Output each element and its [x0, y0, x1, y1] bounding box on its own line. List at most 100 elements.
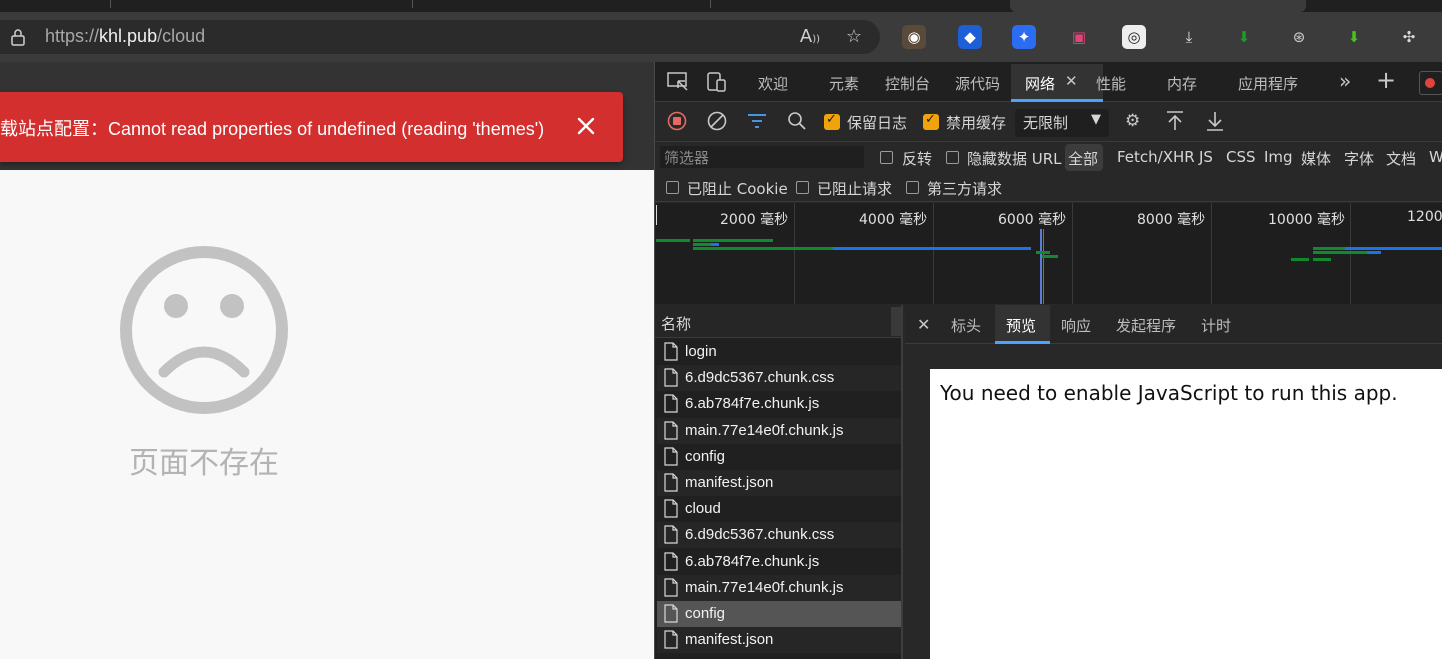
hide-data-url-checkbox[interactable] — [946, 151, 959, 164]
tab-divider — [110, 0, 111, 8]
preserve-log-checkbox[interactable] — [824, 112, 840, 130]
request-row[interactable]: 6.ab784f7e.chunk.js — [657, 391, 901, 417]
request-row[interactable]: manifest.json — [657, 627, 901, 654]
download-icon[interactable]: ⤓ — [1177, 25, 1201, 49]
browser-tab-active[interactable] — [1010, 0, 1306, 12]
throttle-select[interactable]: 无限制 ▼ — [1015, 109, 1109, 137]
preview-frame: You need to enable JavaScript to run thi… — [930, 369, 1442, 659]
type-filter-img[interactable]: Img — [1264, 148, 1293, 166]
devtools-tab-network[interactable]: 网络 — [1025, 73, 1055, 94]
disable-cache-checkbox[interactable] — [923, 112, 939, 130]
extension-glasses-icon[interactable]: ◎ — [1122, 25, 1146, 49]
extension-owl-icon[interactable]: ◉ — [902, 25, 926, 49]
device-emulation-icon[interactable] — [707, 72, 727, 92]
add-favorite-icon[interactable]: ☆ — [842, 26, 866, 48]
error-count-badge[interactable] — [1419, 71, 1442, 95]
network-conditions-icon[interactable]: ⚙ — [1125, 111, 1140, 131]
filter-icon[interactable] — [747, 113, 767, 129]
extension-green-download-icon[interactable]: ⬇ — [1232, 25, 1256, 49]
extension-bird-icon[interactable]: ✦ — [1012, 25, 1036, 49]
devtools-tab-sources[interactable]: 源代码 — [955, 73, 1000, 94]
timeline-tick-label: 2000 毫秒 — [720, 212, 789, 228]
request-row[interactable]: cloud — [657, 496, 901, 522]
timeline-overview[interactable]: 2000 毫秒 4000 毫秒 6000 毫秒 8000 毫秒 10000 毫秒… — [655, 203, 1442, 304]
extension-wheel-icon[interactable]: ⊛ — [1287, 25, 1311, 49]
inspect-element-icon[interactable] — [667, 72, 689, 92]
read-aloud-icon[interactable]: A)) — [798, 26, 822, 48]
type-filter-ws[interactable]: W — [1429, 148, 1442, 166]
document-icon — [664, 551, 678, 571]
web-page: 载站点配置：Cannot read properties of undefine… — [0, 62, 654, 659]
invert-checkbox[interactable] — [880, 151, 893, 164]
error-toast: 载站点配置：Cannot read properties of undefine… — [0, 92, 623, 162]
preserve-log-label: 保留日志 — [847, 114, 908, 132]
waterfall-bar — [693, 243, 711, 246]
name-column-header[interactable]: 名称 — [655, 305, 901, 338]
clear-icon[interactable] — [707, 111, 727, 131]
hide-data-url-label: 隐藏数据 URL — [967, 150, 1062, 168]
scrollbar[interactable] — [891, 307, 901, 336]
request-row[interactable]: manifest.json — [657, 470, 901, 496]
request-row[interactable]: 6.d9dc5367.chunk.css — [657, 522, 901, 549]
blocked-cookies-checkbox[interactable] — [666, 181, 679, 194]
devtools-tab-memory[interactable]: 内存 — [1167, 73, 1197, 94]
record-stop-icon[interactable] — [667, 111, 687, 131]
add-tab-icon[interactable]: + — [1376, 66, 1396, 94]
detail-tab-response[interactable]: 响应 — [1061, 315, 1091, 336]
search-icon[interactable] — [787, 111, 807, 131]
type-filter-all[interactable]: 全部 — [1068, 148, 1098, 169]
request-filter-row: 已阻止 Cookie 已阻止请求 第三方请求 — [655, 172, 1442, 202]
request-row[interactable]: config — [657, 601, 901, 627]
extension-arrow-icon[interactable]: ⬇ — [1342, 25, 1366, 49]
detail-tab-timing[interactable]: 计时 — [1201, 315, 1231, 336]
network-toolbar: 保留日志 禁用缓存 无限制 ▼ ⚙ — [655, 102, 1442, 142]
type-filter-css[interactable]: CSS — [1226, 148, 1256, 166]
close-tab-icon[interactable]: ✕ — [1065, 72, 1078, 90]
type-filter-doc[interactable]: 文档 — [1386, 148, 1416, 169]
timeline-tick-label: 8000 毫秒 — [1137, 212, 1206, 228]
chevron-down-icon: ▼ — [1091, 112, 1101, 127]
close-icon[interactable] — [574, 114, 598, 138]
dom-content-loaded-marker — [1040, 229, 1042, 304]
request-row[interactable]: config — [657, 444, 901, 470]
request-row[interactable]: main.77e14e0f.chunk.js — [657, 574, 901, 601]
request-row[interactable]: main.77e14e0f.chunk.js — [657, 417, 901, 444]
request-name: main.77e14e0f.chunk.js — [685, 578, 844, 596]
third-party-checkbox[interactable] — [906, 181, 919, 194]
import-har-icon[interactable] — [1165, 110, 1185, 132]
request-row[interactable]: 6.d9dc5367.chunk.css — [657, 365, 901, 392]
more-tabs-icon[interactable]: » — [1339, 69, 1351, 93]
document-icon — [664, 525, 678, 544]
waterfall-bar — [833, 247, 1031, 250]
request-detail-pane: ✕ 标头 预览 响应 发起程序 计时 You need to enable Ja… — [905, 305, 1442, 659]
detail-tab-initiator[interactable]: 发起程序 — [1116, 315, 1176, 336]
blocked-requests-checkbox[interactable] — [796, 181, 809, 194]
waterfall-bar — [711, 243, 719, 246]
timeline-tick-label: 10000 毫秒 — [1268, 212, 1345, 228]
type-filter-js[interactable]: JS — [1199, 148, 1213, 166]
type-filter-media[interactable]: 媒体 — [1301, 148, 1331, 169]
request-row[interactable]: login — [657, 339, 901, 365]
devtools-tab-elements[interactable]: 元素 — [829, 73, 859, 94]
close-icon[interactable]: ✕ — [917, 315, 930, 334]
devtools-panel: 欢迎 元素 控制台 源代码 网络 ✕ 性能 内存 应用程序 » + ✓ 保留日志… — [654, 62, 1442, 659]
extension-tv-icon[interactable]: ▣ — [1067, 25, 1091, 49]
extensions-puzzle-icon[interactable]: ✣ — [1397, 25, 1421, 49]
request-row[interactable]: 6.ab784f7e.chunk.js — [657, 549, 901, 575]
browser-tabstrip — [0, 0, 1442, 12]
requests-list: 名称 login 6.d9dc5367.chunk.css 6.ab784f7e.c… — [655, 305, 903, 659]
timeline-tick-label: 4000 毫秒 — [859, 212, 928, 228]
detail-tab-preview[interactable]: 预览 — [1006, 315, 1036, 336]
devtools-tab-console[interactable]: 控制台 — [885, 73, 930, 94]
type-filter-font[interactable]: 字体 — [1344, 148, 1374, 169]
devtools-tab-welcome[interactable]: 欢迎 — [758, 73, 788, 94]
address-bar[interactable]: https://khl.pub/cloud A)) ☆ — [0, 20, 880, 54]
export-har-icon[interactable] — [1205, 110, 1225, 132]
type-filter-fetch-xhr[interactable]: Fetch/XHR — [1117, 148, 1195, 166]
filter-input[interactable]: 筛选器 — [660, 146, 864, 168]
detail-tab-headers[interactable]: 标头 — [951, 315, 981, 336]
waterfall-bar — [656, 239, 690, 242]
devtools-tab-performance[interactable]: 性能 — [1096, 73, 1126, 94]
devtools-tab-application[interactable]: 应用程序 — [1238, 73, 1298, 94]
extension-shield-icon[interactable]: ◆ — [958, 25, 982, 49]
